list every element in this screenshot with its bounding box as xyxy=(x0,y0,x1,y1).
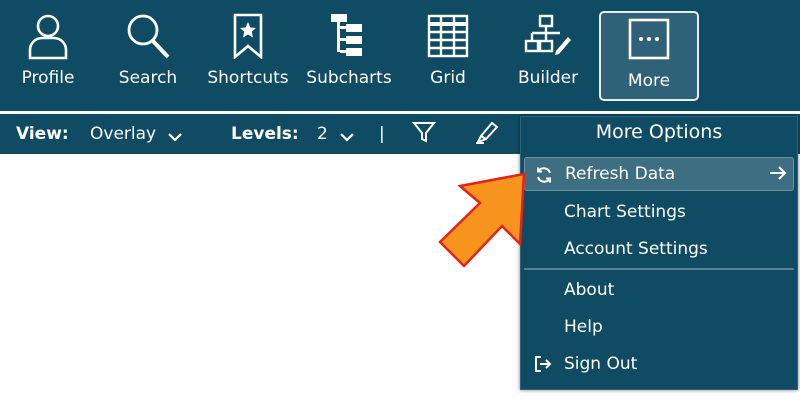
sign-out-icon xyxy=(534,355,552,378)
grid-icon xyxy=(427,10,469,62)
filter-icon xyxy=(411,120,437,149)
more-options-menu: More Options Refresh Data Chart Settings… xyxy=(520,116,798,390)
nav-more-button[interactable]: More xyxy=(599,11,699,101)
arrow-right-icon xyxy=(769,165,787,186)
menu-item-label: Help xyxy=(564,317,603,337)
menu-item-label: Sign Out xyxy=(564,354,638,374)
view-value: Overlay xyxy=(90,124,157,144)
menu-item-label: Chart Settings xyxy=(564,202,686,222)
nav-shortcuts-button[interactable]: Shortcuts xyxy=(205,10,291,100)
menu-item-account-settings[interactable]: Account Settings xyxy=(524,232,794,266)
menu-item-label: Refresh Data xyxy=(565,164,676,184)
bookmark-star-icon xyxy=(232,10,264,62)
pointer-arrow-icon xyxy=(438,160,534,280)
subcharts-icon xyxy=(329,10,369,62)
menu-item-label: About xyxy=(564,280,615,300)
nav-profile-button[interactable]: Profile xyxy=(10,10,86,100)
menu-item-refresh-data[interactable]: Refresh Data xyxy=(524,157,794,191)
levels-value: 2 xyxy=(317,124,328,144)
search-icon xyxy=(125,10,171,62)
view-dropdown[interactable]: Overlay xyxy=(90,114,182,154)
view-label-wrap: View: xyxy=(16,114,69,154)
chevron-down-icon xyxy=(168,127,182,147)
menu-item-label: Account Settings xyxy=(564,239,708,259)
chevron-down-icon xyxy=(340,127,354,147)
top-nav-bar: Profile Search Shortcuts Subcharts Grid … xyxy=(0,0,800,111)
menu-title: More Options xyxy=(595,121,723,143)
profile-icon xyxy=(26,10,70,62)
toolbar-divider-text: | xyxy=(379,124,385,144)
nav-subcharts-label: Subcharts xyxy=(306,68,392,88)
nav-subcharts-button[interactable]: Subcharts xyxy=(305,10,393,100)
nav-search-label: Search xyxy=(118,68,178,88)
nav-builder-button[interactable]: Builder xyxy=(510,10,586,100)
refresh-icon xyxy=(535,166,553,189)
levels-label: Levels: xyxy=(231,124,299,144)
levels-label-wrap: Levels: xyxy=(231,114,299,154)
builder-icon xyxy=(524,10,572,62)
view-label: View: xyxy=(16,124,69,144)
nav-shortcuts-label: Shortcuts xyxy=(207,68,289,88)
nav-grid-button[interactable]: Grid xyxy=(410,10,486,100)
toolbar-divider: | xyxy=(379,114,385,154)
highlighter-icon xyxy=(474,120,500,149)
nav-more-label: More xyxy=(627,71,671,91)
menu-item-about[interactable]: About xyxy=(524,273,794,307)
levels-dropdown[interactable]: 2 xyxy=(317,114,354,154)
nav-builder-label: Builder xyxy=(517,68,579,88)
nav-search-button[interactable]: Search xyxy=(110,10,186,100)
highlight-button[interactable] xyxy=(474,114,500,154)
menu-item-help[interactable]: Help xyxy=(524,310,794,344)
menu-item-chart-settings[interactable]: Chart Settings xyxy=(524,195,794,229)
menu-item-sign-out[interactable]: Sign Out xyxy=(524,347,794,381)
filter-button[interactable] xyxy=(411,114,437,154)
nav-profile-label: Profile xyxy=(21,68,75,88)
menu-divider xyxy=(524,268,794,270)
nav-grid-label: Grid xyxy=(430,68,466,88)
more-icon xyxy=(628,13,670,65)
